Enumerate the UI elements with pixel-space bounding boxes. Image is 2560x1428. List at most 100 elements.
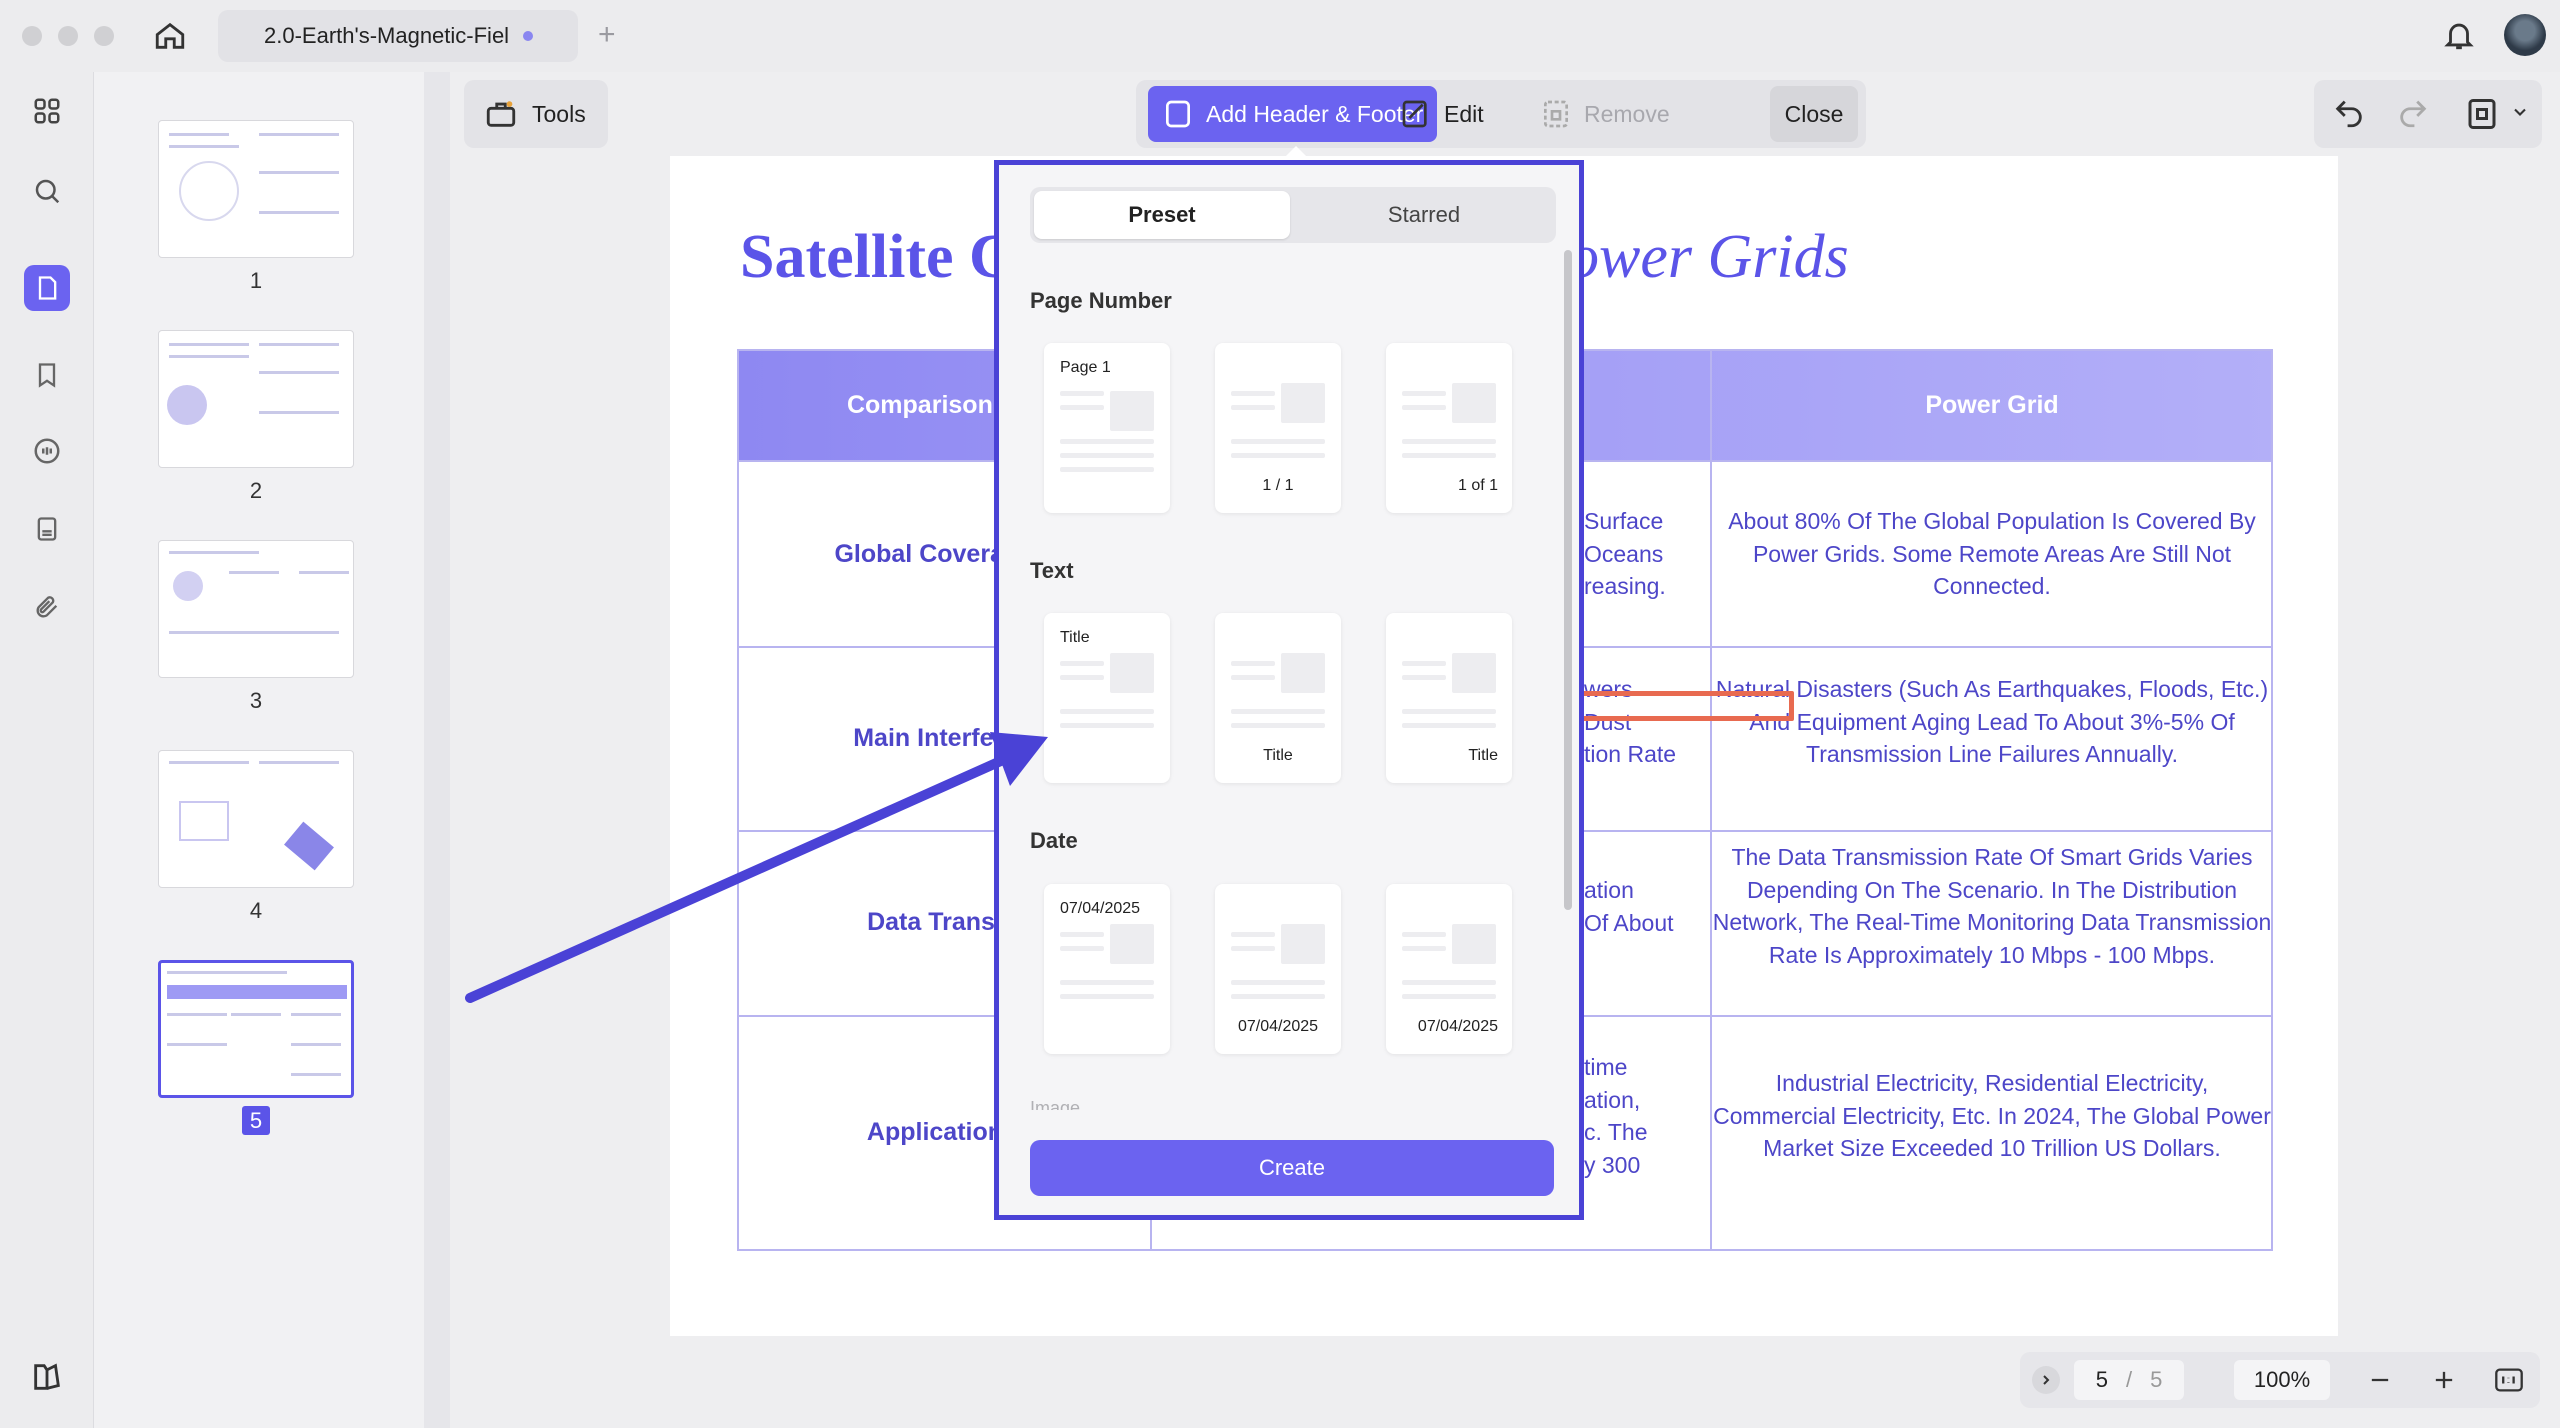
edit-icon <box>1402 100 1427 128</box>
thumbnail-scrollbar[interactable] <box>424 72 450 1428</box>
preset-text-top[interactable]: Title <box>1044 613 1170 783</box>
document-tab[interactable]: 2.0-Earth's-Magnetic-Fiel <box>218 10 578 62</box>
page-thumbnail[interactable] <box>158 750 354 888</box>
card-text: Title <box>1468 747 1498 764</box>
preset-starred-switch: Preset Starred <box>1030 187 1556 243</box>
attachments-button[interactable] <box>24 584 70 630</box>
tab-preset[interactable]: Preset <box>1034 191 1290 239</box>
notification-button[interactable] <box>2442 18 2476 57</box>
tab-starred[interactable]: Starred <box>1296 191 1552 239</box>
pages-button[interactable] <box>24 265 70 311</box>
sidebar-toggle-button[interactable] <box>30 1360 64 1399</box>
card-text: 07/04/2025 <box>1417 1018 1498 1035</box>
book-icon <box>34 1363 60 1390</box>
page-thumbnail[interactable] <box>158 330 354 468</box>
header-footer-icon <box>1166 100 1190 128</box>
save-icon <box>2468 99 2496 129</box>
window-minimize-button[interactable] <box>58 26 78 46</box>
undo-icon <box>2335 100 2362 128</box>
title-bar: 2.0-Earth's-Magnetic-Fiel + <box>0 0 2560 72</box>
avatar[interactable] <box>2504 14 2546 56</box>
chevron-down-icon <box>2514 108 2526 116</box>
table-cell: Natural Disasters (Such As Earthquakes, … <box>1715 676 2269 767</box>
card-text: 07/04/2025 <box>1060 900 1141 917</box>
remove-icon <box>1544 100 1568 128</box>
zoom-out-button[interactable] <box>2366 1366 2394 1399</box>
forms-button[interactable] <box>24 506 70 552</box>
zoom-level[interactable]: 100% <box>2234 1360 2330 1400</box>
undo-button[interactable] <box>2332 96 2366 135</box>
table-cell: Industrial Electricity, Residential Elec… <box>1713 1070 2271 1161</box>
card-text: Title <box>1060 629 1090 646</box>
create-button[interactable]: Create <box>1030 1140 1554 1196</box>
home-icon <box>155 22 185 49</box>
panel-scrollbar[interactable] <box>1564 250 1572 910</box>
preset-page-number-center[interactable]: 1 / 1 <box>1215 343 1341 513</box>
thumbnail-label: 2 <box>249 478 263 503</box>
actual-size-button[interactable] <box>2494 1366 2524 1399</box>
table-header-power-grid: Power Grid <box>1925 390 2059 419</box>
actual-size-icon <box>2495 1368 2523 1392</box>
close-button[interactable]: Close <box>1770 86 1858 142</box>
section-date: Date <box>1030 828 1078 853</box>
preset-text-center[interactable]: Title <box>1215 613 1341 783</box>
preset-text-right[interactable]: Title <box>1386 613 1512 783</box>
redo-button[interactable] <box>2396 96 2430 135</box>
zoom-in-button[interactable] <box>2430 1366 2458 1399</box>
thumbnail-label: 3 <box>249 688 263 713</box>
page-number-field[interactable]: 5/5 <box>2074 1360 2184 1400</box>
home-button[interactable] <box>150 16 190 56</box>
section-text: Text <box>1030 558 1074 583</box>
comment-icon <box>34 438 60 464</box>
grid-icon <box>34 98 60 124</box>
table-cell-fragment: wers Dust tion Rate <box>1584 676 1677 767</box>
search-button[interactable] <box>24 168 70 214</box>
preset-page-number-right[interactable]: 1 of 1 <box>1386 343 1512 513</box>
preset-page-number-top[interactable]: Page 1 <box>1044 343 1170 513</box>
remove-button[interactable]: Remove <box>1526 86 1684 142</box>
popover-caret <box>1282 146 1310 160</box>
table-cell: About 80% Of The Global Population Is Co… <box>1728 508 2256 599</box>
save-menu-button[interactable] <box>2510 102 2530 127</box>
thumbnail-label: 4 <box>249 898 263 923</box>
toolbox-icon <box>486 101 516 127</box>
table-cell-fragment: Surface Oceans reasing. <box>1584 508 1666 599</box>
tools-button[interactable]: Tools <box>464 80 608 148</box>
section-image: Image <box>1030 1098 1081 1110</box>
window-zoom-button[interactable] <box>94 26 114 46</box>
apps-button[interactable] <box>24 88 70 134</box>
bookmarks-button[interactable] <box>24 352 70 398</box>
page-thumbnail[interactable] <box>158 120 354 258</box>
thumbnail-label: 5 <box>158 1106 354 1135</box>
edit-button[interactable]: Edit <box>1386 86 1498 142</box>
preset-date-top[interactable]: 07/04/2025 <box>1044 884 1170 1054</box>
plus-icon <box>2435 1371 2453 1389</box>
preset-date-center[interactable]: 07/04/2025 <box>1215 884 1341 1054</box>
new-tab-button[interactable]: + <box>598 18 616 52</box>
search-icon <box>35 179 60 204</box>
bookmark-icon <box>38 363 56 388</box>
chevron-right-icon <box>2043 1375 2050 1385</box>
card-text: 07/04/2025 <box>1237 1018 1319 1035</box>
form-icon <box>37 517 57 541</box>
right-toolbar <box>2314 80 2542 148</box>
document-title: Satellite C <box>740 223 1014 291</box>
redo-icon <box>2400 100 2427 128</box>
page-icon <box>38 276 57 300</box>
unsaved-dot <box>523 31 534 41</box>
highlight-annotation <box>1572 691 1794 721</box>
document-title-continued: ower Grids <box>1568 223 1849 291</box>
minus-icon <box>2371 1378 2389 1382</box>
save-button[interactable] <box>2464 96 2500 137</box>
page-thumbnail[interactable] <box>158 540 354 678</box>
page-thumbnail[interactable] <box>158 960 354 1098</box>
preset-date-right[interactable]: 07/04/2025 <box>1386 884 1512 1054</box>
comments-button[interactable] <box>24 428 70 474</box>
thumbnail-label: 1 <box>249 268 263 293</box>
page-navigation: 5/5 100% <box>2020 1352 2540 1408</box>
window-close-button[interactable] <box>22 26 42 46</box>
table-cell: The Data Transmission Rate Of Smart Grid… <box>1712 844 2272 968</box>
card-text: 1 of 1 <box>1457 477 1498 494</box>
next-page-button[interactable] <box>2032 1366 2060 1394</box>
bell-icon <box>2444 23 2474 50</box>
